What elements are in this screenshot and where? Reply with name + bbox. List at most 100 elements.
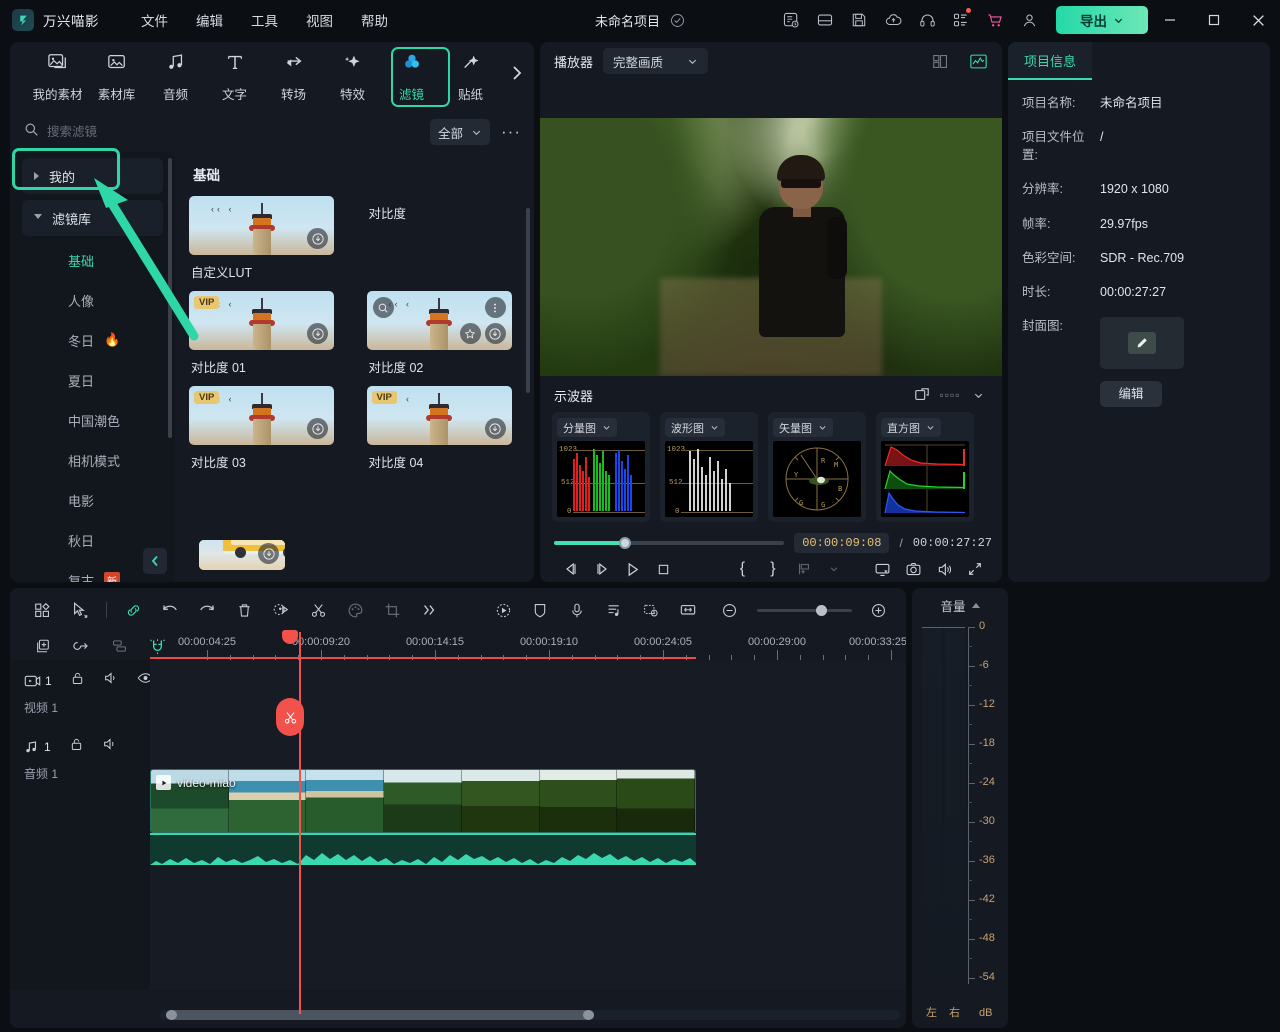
scope-type-select[interactable]: 矢量图 <box>773 418 833 437</box>
prev-frame-icon[interactable] <box>556 556 587 582</box>
filter-item[interactable]: ‹‹ ‹ 自定义LUT <box>189 196 334 281</box>
download-icon[interactable] <box>307 228 328 249</box>
more-options-icon[interactable]: ··· <box>498 119 524 145</box>
download-icon[interactable] <box>258 543 279 564</box>
zoom-out-icon[interactable] <box>711 595 749 625</box>
export-button[interactable]: 导出 <box>1056 6 1148 34</box>
favorite-star-icon[interactable] <box>460 323 481 344</box>
save-icon[interactable] <box>842 4 876 36</box>
subcategory-movie[interactable]: 电影 <box>10 480 175 520</box>
video-clip[interactable]: video-miao <box>150 769 696 833</box>
zoom-knob[interactable] <box>816 605 827 616</box>
tab-filters[interactable]: 滤镜 <box>382 46 441 108</box>
delete-icon[interactable] <box>226 595 263 625</box>
split-detach-icon[interactable] <box>263 595 300 625</box>
volume-icon[interactable] <box>929 556 960 582</box>
expand-icon[interactable] <box>908 382 936 408</box>
item-menu-icon[interactable] <box>485 297 506 318</box>
mark-out-icon[interactable]: } <box>758 556 789 582</box>
scissors-icon[interactable] <box>300 595 337 625</box>
zoom-in-icon[interactable] <box>860 595 898 625</box>
menu-tools[interactable]: 工具 <box>237 6 292 34</box>
scope-chart-icon[interactable] <box>964 48 992 74</box>
download-icon[interactable] <box>307 323 328 344</box>
category-filter-library[interactable]: 滤镜库 <box>22 200 163 236</box>
tab-text[interactable]: 文字 <box>205 46 264 108</box>
subcategory-winter[interactable]: 冬日 🔥 <box>10 320 175 360</box>
notes-icon[interactable] <box>774 4 808 36</box>
download-icon[interactable] <box>485 418 506 439</box>
link-icon[interactable] <box>115 595 152 625</box>
scope-type-select[interactable]: 直方图 <box>881 418 941 437</box>
subcategory-china-color[interactable]: 中国潮色 <box>10 400 175 440</box>
minimize-button[interactable] <box>1148 0 1192 40</box>
green-screen-icon[interactable] <box>633 595 670 625</box>
clip-audio-waveform[interactable] <box>150 833 696 865</box>
category-scrollbar[interactable] <box>168 158 172 438</box>
mark-in-icon[interactable]: { <box>727 556 758 582</box>
split-at-playhead-button[interactable] <box>276 698 304 736</box>
lock-icon[interactable] <box>69 737 84 757</box>
auto-motion-icon[interactable] <box>485 595 522 625</box>
close-button[interactable] <box>1236 0 1280 40</box>
quality-select[interactable]: 完整画质 <box>603 48 708 74</box>
seek-slider[interactable] <box>554 541 784 545</box>
cart-icon[interactable] <box>978 4 1012 36</box>
scrollbar-handle-left[interactable] <box>166 1010 177 1020</box>
download-icon[interactable] <box>307 418 328 439</box>
headset-icon[interactable] <box>910 4 944 36</box>
tab-project-info[interactable]: 项目信息 <box>1008 42 1092 80</box>
more-icon[interactable] <box>411 595 448 625</box>
tab-my-media[interactable]: 我的素材 <box>28 46 87 108</box>
filter-item[interactable]: ‹‹ ‹ VIP 对比度 04 <box>367 386 512 471</box>
clip-play-icon[interactable] <box>156 775 171 790</box>
menu-edit[interactable]: 编辑 <box>182 6 237 34</box>
lock-icon[interactable] <box>70 671 85 691</box>
category-my[interactable]: 我的 <box>22 158 163 194</box>
subcategory-basic[interactable]: 基础 <box>10 240 175 280</box>
undo-icon[interactable] <box>152 595 189 625</box>
maximize-button[interactable] <box>1192 0 1236 40</box>
filter-type-select[interactable]: 全部 <box>430 119 490 145</box>
download-icon[interactable] <box>485 323 506 344</box>
fit-width-icon[interactable] <box>670 595 707 625</box>
seek-knob[interactable] <box>619 537 631 549</box>
mute-icon[interactable] <box>102 736 118 757</box>
track-lanes[interactable]: video-miao <box>150 660 906 990</box>
timeline-ruler[interactable]: 00:00:04:25 00:00:09:20 00:00:14:15 00:0… <box>150 632 906 660</box>
menu-help[interactable]: 帮助 <box>347 6 402 34</box>
video-preview[interactable] <box>540 118 1002 376</box>
filter-item[interactable]: ‹‹ ‹ VIP 对比度 03 <box>189 386 334 471</box>
snapshot-icon[interactable] <box>898 556 929 582</box>
next-frame-icon[interactable] <box>587 556 618 582</box>
tabs-next-icon[interactable] <box>510 64 524 87</box>
mic-icon[interactable] <box>559 595 596 625</box>
grid-view-icon[interactable] <box>926 48 954 74</box>
audio-list-icon[interactable] <box>596 595 633 625</box>
menu-file[interactable]: 文件 <box>127 6 182 34</box>
select-arrow-icon[interactable] <box>61 595 98 625</box>
account-icon[interactable] <box>1012 4 1046 36</box>
preview-search-icon[interactable] <box>373 297 394 318</box>
timeline-hscrollbar[interactable] <box>160 1010 900 1020</box>
cover-edit-button[interactable]: 编辑 <box>1100 381 1162 407</box>
scrollbar-handle-right[interactable] <box>583 1010 594 1020</box>
link-clips-icon[interactable] <box>62 631 100 661</box>
search-input-wrap[interactable] <box>47 118 422 146</box>
tab-audio[interactable]: 音频 <box>146 46 205 108</box>
layout-grid-icon[interactable] <box>24 595 61 625</box>
stop-icon[interactable] <box>648 556 679 582</box>
subcategory-camera-mode[interactable]: 相机模式 <box>10 440 175 480</box>
add-track-icon[interactable] <box>24 631 62 661</box>
filter-item[interactable]: ‹‹ ‹ VIP 对比度 01 <box>189 291 334 376</box>
redo-icon[interactable] <box>189 595 226 625</box>
crop-icon[interactable] <box>374 595 411 625</box>
scrollbar-thumb[interactable] <box>166 1010 594 1020</box>
color-palette-icon[interactable] <box>337 595 374 625</box>
shield-icon[interactable] <box>522 595 559 625</box>
mute-icon[interactable] <box>103 670 119 691</box>
timeline-playhead[interactable] <box>299 632 301 1014</box>
subcategory-portrait[interactable]: 人像 <box>10 280 175 320</box>
marker-dropdown-icon[interactable] <box>819 556 850 582</box>
play-icon[interactable] <box>617 556 648 582</box>
